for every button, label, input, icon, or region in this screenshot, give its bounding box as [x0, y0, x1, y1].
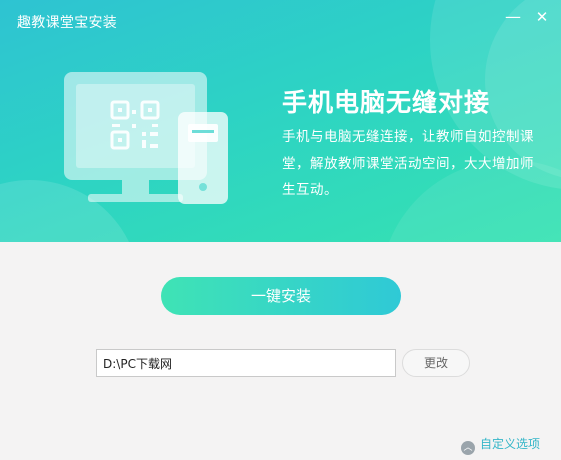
minimize-button[interactable]: — — [500, 6, 526, 28]
custom-options-link[interactable]: ︿ 自定义选项 — [461, 435, 540, 455]
close-button[interactable]: ✕ — [529, 6, 555, 28]
window-title: 趣教课堂宝安装 — [17, 15, 118, 31]
banner-description: 手机与电脑无缝连接，让教师自如控制课堂，解放教师课堂活动空间，大大增加师生互动。 — [282, 129, 534, 198]
custom-options-label: 自定义选项 — [480, 437, 541, 451]
banner: 趣教课堂宝安装 — ✕ 手机电脑无缝对接 手机与电脑无缝连接，让教师自如控制课堂… — [0, 0, 561, 242]
computer-phone-illustration-icon — [64, 72, 228, 204]
change-path-button[interactable]: 更改 — [402, 349, 470, 377]
chevron-up-icon: ︿ — [461, 441, 475, 455]
banner-headline: 手机电脑无缝对接 — [282, 88, 491, 117]
install-path-input[interactable] — [96, 349, 396, 377]
one-click-install-button[interactable]: 一键安装 — [161, 277, 401, 315]
